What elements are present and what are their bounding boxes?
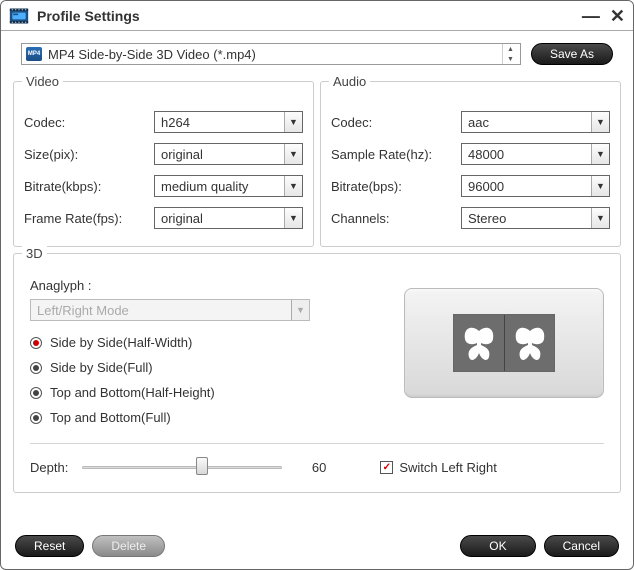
- chevron-down-icon: ▼: [591, 208, 609, 228]
- chevron-down-icon: ▼: [284, 208, 302, 228]
- radio-option-2[interactable]: Top and Bottom(Half-Height): [30, 385, 364, 400]
- chevron-down-icon: ▼: [291, 300, 309, 320]
- radio-label: Top and Bottom(Full): [50, 410, 171, 425]
- audio-samplerate-label: Sample Rate(hz):: [331, 147, 461, 162]
- slider-thumb[interactable]: [196, 457, 208, 475]
- ok-button[interactable]: OK: [460, 535, 535, 557]
- chevron-up-icon[interactable]: ▲: [503, 44, 518, 54]
- depth-label: Depth:: [30, 460, 68, 475]
- close-button[interactable]: ✕: [610, 7, 625, 25]
- radio-dot-icon: [30, 362, 42, 374]
- chevron-down-icon: ▼: [284, 176, 302, 196]
- video-size-label: Size(pix):: [24, 147, 154, 162]
- video-size-select[interactable]: original ▼: [154, 143, 303, 165]
- radio-label: Side by Side(Full): [50, 360, 153, 375]
- radio-dot-icon: [30, 412, 42, 424]
- chevron-down-icon[interactable]: ▼: [503, 54, 518, 64]
- audio-codec-select[interactable]: aac ▼: [461, 111, 610, 133]
- radio-dot-icon: [30, 337, 42, 349]
- video-codec-label: Codec:: [24, 115, 154, 130]
- footer: Reset Delete OK Cancel: [1, 527, 633, 569]
- video-framerate-label: Frame Rate(fps):: [24, 211, 154, 226]
- audio-channels-select[interactable]: Stereo ▼: [461, 207, 610, 229]
- profile-select-text: MP4 Side-by-Side 3D Video (*.mp4): [48, 47, 502, 62]
- audio-bitrate-label: Bitrate(bps):: [331, 179, 461, 194]
- audio-bitrate-select[interactable]: 96000 ▼: [461, 175, 610, 197]
- chevron-down-icon: ▼: [591, 144, 609, 164]
- radio-option-3[interactable]: Top and Bottom(Full): [30, 410, 364, 425]
- radio-option-1[interactable]: Side by Side(Full): [30, 360, 364, 375]
- video-bitrate-select[interactable]: medium quality ▼: [154, 175, 303, 197]
- chevron-down-icon: ▼: [284, 112, 302, 132]
- titlebar: Profile Settings — ✕: [1, 1, 633, 31]
- three-d-group: 3D Anaglyph : Left/Right Mode ▼ Side by …: [13, 253, 621, 493]
- three-d-legend: 3D: [22, 246, 47, 261]
- window-title: Profile Settings: [37, 8, 582, 24]
- video-bitrate-label: Bitrate(kbps):: [24, 179, 154, 194]
- preview-left: [454, 315, 504, 371]
- preview-right: [504, 315, 554, 371]
- video-group: Video Codec: h264 ▼ Size(pix): original …: [13, 81, 314, 247]
- switch-left-right-label: Switch Left Right: [399, 460, 497, 475]
- separator: [30, 443, 604, 444]
- anaglyph-label: Anaglyph :: [30, 278, 364, 293]
- app-icon: [9, 6, 29, 26]
- three-d-preview: [404, 288, 604, 398]
- profile-spinner[interactable]: ▲ ▼: [502, 44, 518, 64]
- depth-slider[interactable]: [82, 458, 282, 476]
- audio-channels-label: Channels:: [331, 211, 461, 226]
- minimize-button[interactable]: —: [582, 7, 600, 25]
- profile-select[interactable]: MP4 MP4 Side-by-Side 3D Video (*.mp4) ▲ …: [21, 43, 521, 65]
- radio-label: Side by Side(Half-Width): [50, 335, 192, 350]
- delete-button: Delete: [92, 535, 165, 557]
- save-as-button[interactable]: Save As: [531, 43, 613, 65]
- window: Profile Settings — ✕ MP4 MP4 Side-by-Sid…: [0, 0, 634, 570]
- audio-group: Audio Codec: aac ▼ Sample Rate(hz): 4800…: [320, 81, 621, 247]
- depth-value: 60: [296, 460, 326, 475]
- mp4-icon: MP4: [26, 47, 42, 61]
- chevron-down-icon: ▼: [591, 112, 609, 132]
- reset-button[interactable]: Reset: [15, 535, 84, 557]
- switch-left-right-checkbox[interactable]: ✓: [380, 461, 393, 474]
- cancel-button[interactable]: Cancel: [544, 535, 619, 557]
- audio-samplerate-select[interactable]: 48000 ▼: [461, 143, 610, 165]
- video-legend: Video: [22, 74, 63, 89]
- audio-codec-label: Codec:: [331, 115, 461, 130]
- anaglyph-select: Left/Right Mode ▼: [30, 299, 310, 321]
- radio-option-0[interactable]: Side by Side(Half-Width): [30, 335, 364, 350]
- radio-label: Top and Bottom(Half-Height): [50, 385, 215, 400]
- audio-legend: Audio: [329, 74, 370, 89]
- chevron-down-icon: ▼: [284, 144, 302, 164]
- chevron-down-icon: ▼: [591, 176, 609, 196]
- radio-dot-icon: [30, 387, 42, 399]
- video-framerate-select[interactable]: original ▼: [154, 207, 303, 229]
- video-codec-select[interactable]: h264 ▼: [154, 111, 303, 133]
